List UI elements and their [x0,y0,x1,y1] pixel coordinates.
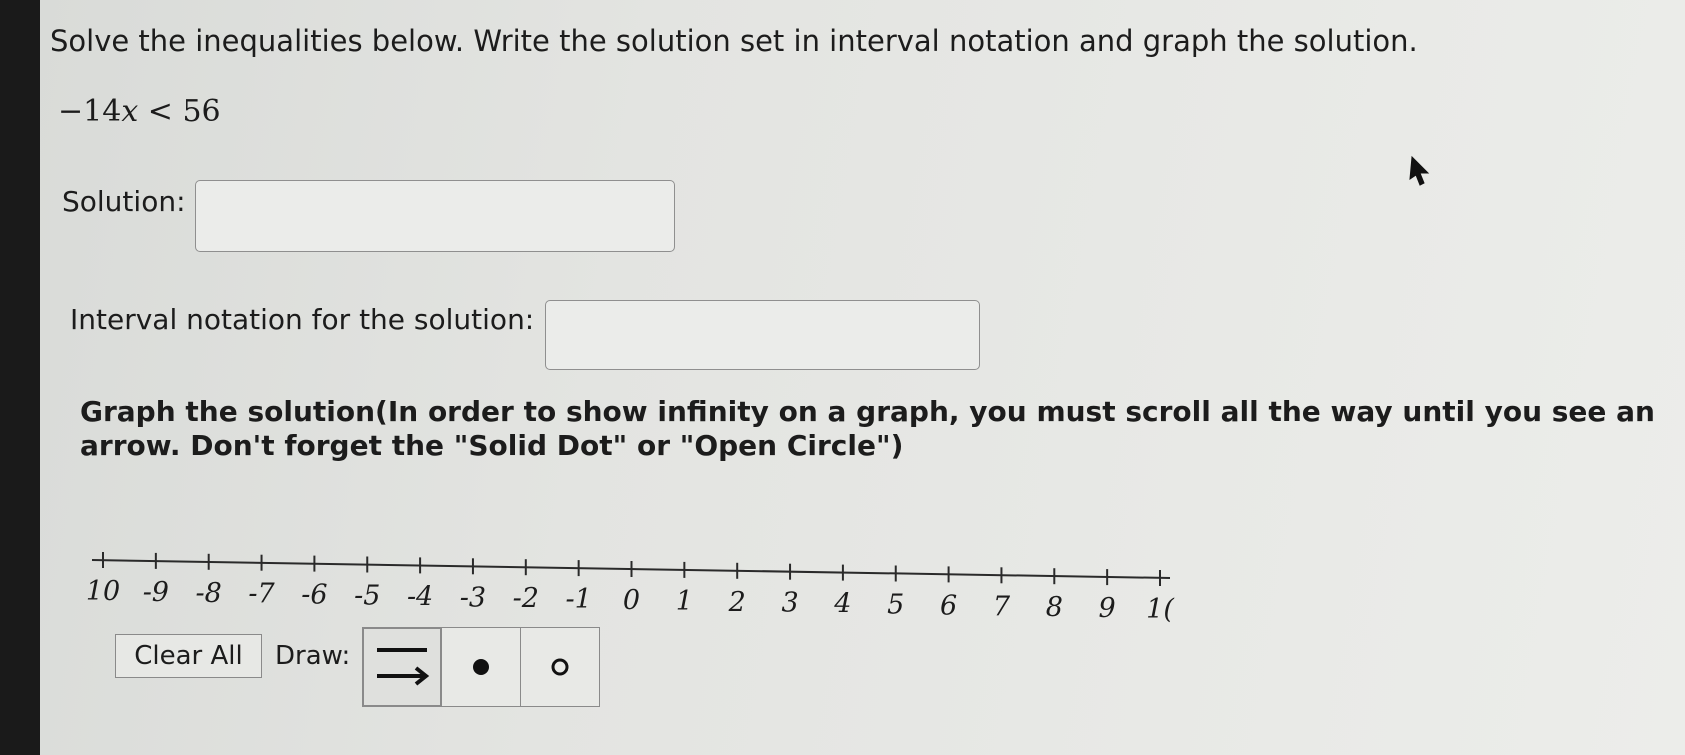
number-line-tick-label: -7 [248,579,275,610]
interval-notation-label: Interval notation for the solution: [70,303,535,336]
number-line-tick-label: 2 [728,587,746,618]
number-line-tick-label: 4 [833,589,851,620]
inequality-constant: 56 [182,94,221,129]
number-line-tick-label: 10 [86,576,120,607]
inequality-relation: < [147,94,173,129]
inequality-coefficient: −14 [58,94,122,129]
number-line-tick-label: 1( [1146,594,1175,625]
number-line-tick-label: -2 [513,583,539,614]
number-line-tick-label: -1 [565,584,591,615]
solid-dot-tool-button[interactable] [441,627,521,707]
number-line-tick-label: -5 [354,581,380,612]
number-line-tick-label: 0 [623,585,640,616]
ray-tool-button[interactable] [362,627,442,707]
number-line-tick-label: 6 [940,590,957,621]
graph-instructions: Graph the solution(In order to show infi… [80,395,1655,462]
draw-label: Draw: [275,641,351,671]
solution-input[interactable] [195,180,675,252]
clear-all-button[interactable]: Clear All [115,634,262,678]
number-line-tick-label: -8 [196,578,222,609]
number-line-tick-label: 5 [887,590,904,621]
mouse-cursor-icon [1409,155,1430,186]
solution-label: Solution: [62,185,186,218]
number-line-tick-label: -4 [407,581,433,612]
ray-arrow-icon [377,648,430,686]
number-line-tick-label: 9 [1099,593,1116,624]
solid-dot-icon [473,659,489,675]
number-line-tick-label: 1 [676,586,693,617]
inequality-variable: x [121,94,139,129]
number-line-tick-label: 7 [993,591,1011,622]
number-line-tick-label: -6 [301,580,327,611]
number-line-tick-label: 3 [781,588,798,619]
number-line-tick-label: -9 [143,577,169,608]
question-instructions: Solve the inequalities below. Write the … [50,24,1418,58]
worksheet-page: Solve the inequalities below. Write the … [40,0,1685,755]
number-line-tick-label: 8 [1046,592,1063,623]
open-circle-icon [551,658,569,676]
interval-notation-input[interactable] [545,300,980,370]
number-line-tick-label: -3 [460,582,486,613]
number-line[interactable]: 10 -9 -8 -7 -6 -5 -4 -3 -2 -1 0 1 2 3 4 5 6 7 8 9 1( [40,530,1240,630]
open-circle-tool-button[interactable] [520,627,600,707]
inequality-expression: −14x < 56 [58,94,221,129]
